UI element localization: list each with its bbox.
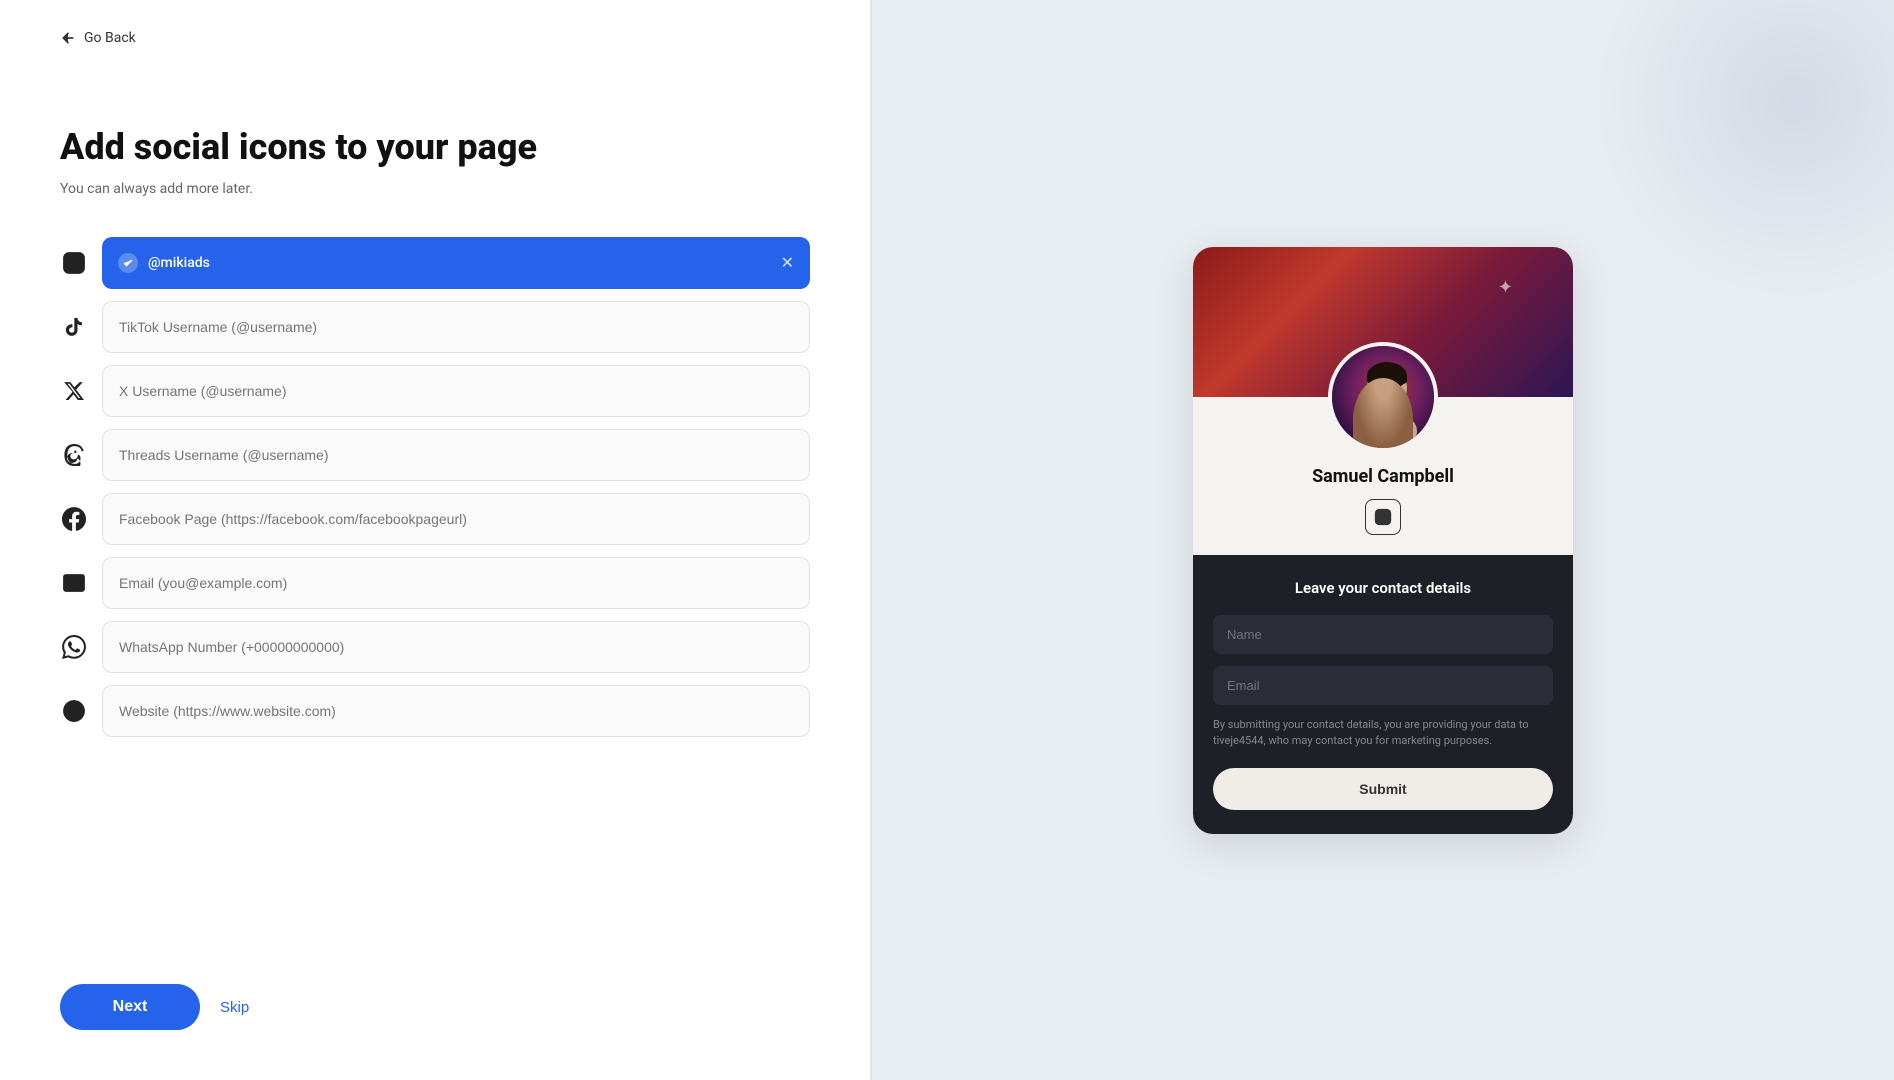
- x-icon: [60, 377, 88, 405]
- website-icon: [60, 697, 88, 725]
- facebook-input[interactable]: [102, 493, 810, 545]
- threads-input[interactable]: [102, 429, 810, 481]
- instagram-clear-button[interactable]: ✕: [781, 255, 794, 271]
- whatsapp-row: [60, 621, 810, 673]
- go-back-label: Go Back: [84, 30, 136, 46]
- facebook-row: [60, 493, 810, 545]
- tiktok-input[interactable]: [102, 301, 810, 353]
- go-back-link[interactable]: Go Back: [60, 30, 136, 46]
- website-row: [60, 685, 810, 737]
- whatsapp-input[interactable]: [102, 621, 810, 673]
- threads-icon: [60, 441, 88, 469]
- bottom-actions: Next Skip: [60, 984, 810, 1050]
- tiktok-icon: [60, 313, 88, 341]
- facebook-icon: [60, 505, 88, 533]
- preview-instagram-icon: [1365, 499, 1401, 535]
- check-icon: [118, 253, 138, 273]
- preview-contact-section: Leave your contact details By submitting…: [1193, 555, 1573, 834]
- phone-preview: Samuel Campbell Leave your contact detai…: [1193, 247, 1573, 834]
- social-fields-container: @mikiads ✕: [60, 237, 810, 944]
- tiktok-row: [60, 301, 810, 353]
- next-button[interactable]: Next: [60, 984, 200, 1030]
- avatar: [1328, 342, 1438, 452]
- website-input[interactable]: [102, 685, 810, 737]
- email-icon: [60, 569, 88, 597]
- avatar-image: [1332, 346, 1438, 452]
- x-row: [60, 365, 810, 417]
- preview-submit-button[interactable]: Submit: [1213, 768, 1553, 810]
- instagram-row: @mikiads ✕: [60, 237, 810, 289]
- preview-contact-title: Leave your contact details: [1213, 579, 1553, 597]
- instagram-icon: [60, 249, 88, 277]
- page-title: Add social icons to your page: [60, 126, 810, 169]
- threads-row: [60, 429, 810, 481]
- instagram-value: @mikiads: [148, 255, 771, 271]
- instagram-active-field[interactable]: @mikiads ✕: [102, 237, 810, 289]
- x-input[interactable]: [102, 365, 810, 417]
- preview-disclaimer: By submitting your contact details, you …: [1213, 717, 1553, 750]
- preview-social-icons: [1193, 487, 1573, 555]
- left-panel: Go Back Add social icons to your page Yo…: [0, 0, 870, 1080]
- avatar-wrapper: [1193, 342, 1573, 452]
- page-subtitle: You can always add more later.: [60, 181, 810, 197]
- arrow-left-icon: [60, 30, 76, 46]
- skip-button[interactable]: Skip: [220, 999, 249, 1016]
- email-input[interactable]: [102, 557, 810, 609]
- right-panel: Samuel Campbell Leave your contact detai…: [872, 0, 1894, 1080]
- preview-name-input[interactable]: [1213, 615, 1553, 654]
- preview-email-input[interactable]: [1213, 666, 1553, 705]
- preview-profile-name: Samuel Campbell: [1193, 466, 1573, 487]
- whatsapp-icon: [60, 633, 88, 661]
- email-row: [60, 557, 810, 609]
